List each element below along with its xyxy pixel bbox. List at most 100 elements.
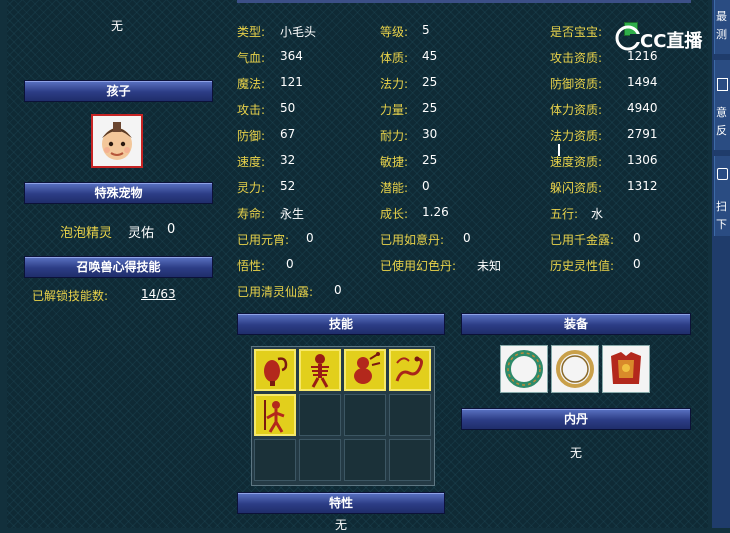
- traits-value: 无: [335, 518, 348, 532]
- end-label: 耐力:: [380, 129, 409, 143]
- sidebar-char-1: 最: [716, 10, 727, 23]
- mp-label: 魔法:: [237, 77, 266, 91]
- top-divider: [237, 0, 691, 3]
- element-label: 五行:: [550, 207, 579, 221]
- yuanxiao-label: 已用元宵:: [237, 233, 290, 247]
- child-avatar-icon: [93, 116, 141, 166]
- child-header: 孩子: [24, 80, 213, 102]
- sidebar-char-4: 反: [716, 124, 727, 137]
- mag-apt-label: 法力资质:: [550, 129, 603, 143]
- hp-value: 364: [280, 49, 303, 63]
- skill-slot-4[interactable]: [389, 349, 431, 391]
- spd-value: 32: [280, 153, 296, 167]
- level-label: 等级:: [380, 25, 409, 39]
- atk-value: 50: [280, 101, 296, 115]
- def-label: 防御:: [237, 129, 266, 143]
- equip-slot-2[interactable]: [551, 345, 599, 393]
- gold-ring-icon: [556, 350, 594, 388]
- wuxing-value: 0: [286, 257, 294, 271]
- skill-slot-12[interactable]: [389, 439, 431, 481]
- sidebar-char-3: 意: [716, 106, 727, 119]
- def-apt-value: 1494: [627, 75, 658, 89]
- unlocked-skills-label: 已解锁技能数:: [32, 289, 109, 303]
- traits-header: 特性: [237, 492, 445, 514]
- feedback-icon: [717, 78, 728, 91]
- huanse-value: 未知: [477, 259, 502, 273]
- history-value: 0: [633, 257, 641, 271]
- skill-slot-9[interactable]: [254, 439, 296, 481]
- huanse-label: 已使用幻色丹:: [380, 259, 457, 273]
- skill-slot-2[interactable]: [299, 349, 341, 391]
- neidan-header: 内丹: [461, 408, 691, 430]
- potential-label: 潜能:: [380, 181, 409, 195]
- growth-value: 1.26: [422, 205, 449, 219]
- jade-collar-icon: [505, 350, 543, 388]
- agi-value: 25: [422, 153, 438, 167]
- skill-slot-11[interactable]: [344, 439, 386, 481]
- skill-serpent-icon: [395, 356, 423, 382]
- skill-slot-10[interactable]: [299, 439, 341, 481]
- con-label: 体质:: [380, 51, 409, 65]
- atk-label: 攻击:: [237, 103, 266, 117]
- skill-warrior-icon: [264, 400, 285, 433]
- def-apt-label: 防御资质:: [550, 77, 603, 91]
- skill-slot-5[interactable]: [254, 394, 296, 436]
- qingling-value: 0: [334, 283, 342, 297]
- right-sidebar: 最 测 意 反 扫 下: [712, 0, 730, 528]
- atk-apt-label: 攻击资质:: [550, 51, 603, 65]
- baby-label: 是否宝宝:: [550, 25, 603, 39]
- end-value: 30: [422, 127, 438, 141]
- equip-slot-1[interactable]: [500, 345, 548, 393]
- dodge-apt-value: 1312: [627, 179, 658, 193]
- child-portrait[interactable]: [91, 114, 143, 168]
- skill-slot-7[interactable]: [344, 394, 386, 436]
- sidebar-char-2: 测: [716, 28, 727, 41]
- qianjin-label: 已用千金露:: [550, 233, 615, 247]
- cc-live-logo: CC直播: [612, 23, 712, 53]
- neidan-value: 无: [570, 446, 583, 460]
- skill-demon-icon: [354, 352, 381, 384]
- spirit-label: 灵力:: [237, 181, 266, 195]
- life-label: 寿命:: [237, 207, 266, 221]
- str-value: 25: [422, 101, 438, 115]
- mag-apt-value: 2791: [627, 127, 658, 141]
- ruyi-value: 0: [463, 231, 471, 245]
- cc-logo-icon: [615, 25, 642, 51]
- con-value: 45: [422, 49, 438, 63]
- special-pet-name: 泡泡精灵: [60, 226, 113, 241]
- equipment-header: 装备: [461, 313, 691, 335]
- type-label: 类型:: [237, 25, 266, 39]
- spd-label: 速度:: [237, 155, 266, 169]
- type-value: 小毛头: [280, 25, 317, 39]
- wuxing-label: 悟性:: [237, 259, 266, 273]
- special-pet-header: 特殊宠物: [24, 182, 213, 204]
- skill-grid: [251, 346, 435, 486]
- agi-label: 敏捷:: [380, 155, 409, 169]
- special-pet-stat-value: 0: [167, 222, 176, 237]
- qianjin-value: 0: [633, 231, 641, 245]
- top-none-text: 无: [111, 19, 124, 33]
- history-label: 历史灵性值:: [550, 259, 615, 273]
- skill-slot-3[interactable]: [344, 349, 386, 391]
- potential-value: 0: [422, 179, 430, 193]
- equip-slot-3[interactable]: [602, 345, 650, 393]
- armor-icon: [611, 352, 641, 384]
- skill-slot-1[interactable]: [254, 349, 296, 391]
- hp-apt-label: 体力资质:: [550, 103, 603, 117]
- summon-skill-header: 召唤兽心得技能: [24, 256, 213, 278]
- growth-label: 成长:: [380, 207, 409, 221]
- skill-skeleton-icon: [311, 354, 329, 388]
- unlocked-skills-value[interactable]: 14/63: [141, 287, 176, 301]
- skill-fire-spell-icon: [264, 357, 288, 386]
- special-pet-stat-label: 灵佑: [128, 226, 155, 241]
- mp-value: 121: [280, 75, 303, 89]
- text-cursor: [558, 144, 560, 156]
- def-value: 67: [280, 127, 296, 141]
- skill-slot-6[interactable]: [299, 394, 341, 436]
- skills-header: 技能: [237, 313, 445, 335]
- hp-apt-value: 4940: [627, 101, 658, 115]
- yuanxiao-value: 0: [306, 231, 314, 245]
- skill-slot-8[interactable]: [389, 394, 431, 436]
- spirit-value: 52: [280, 179, 296, 193]
- life-value: 永生: [280, 207, 305, 221]
